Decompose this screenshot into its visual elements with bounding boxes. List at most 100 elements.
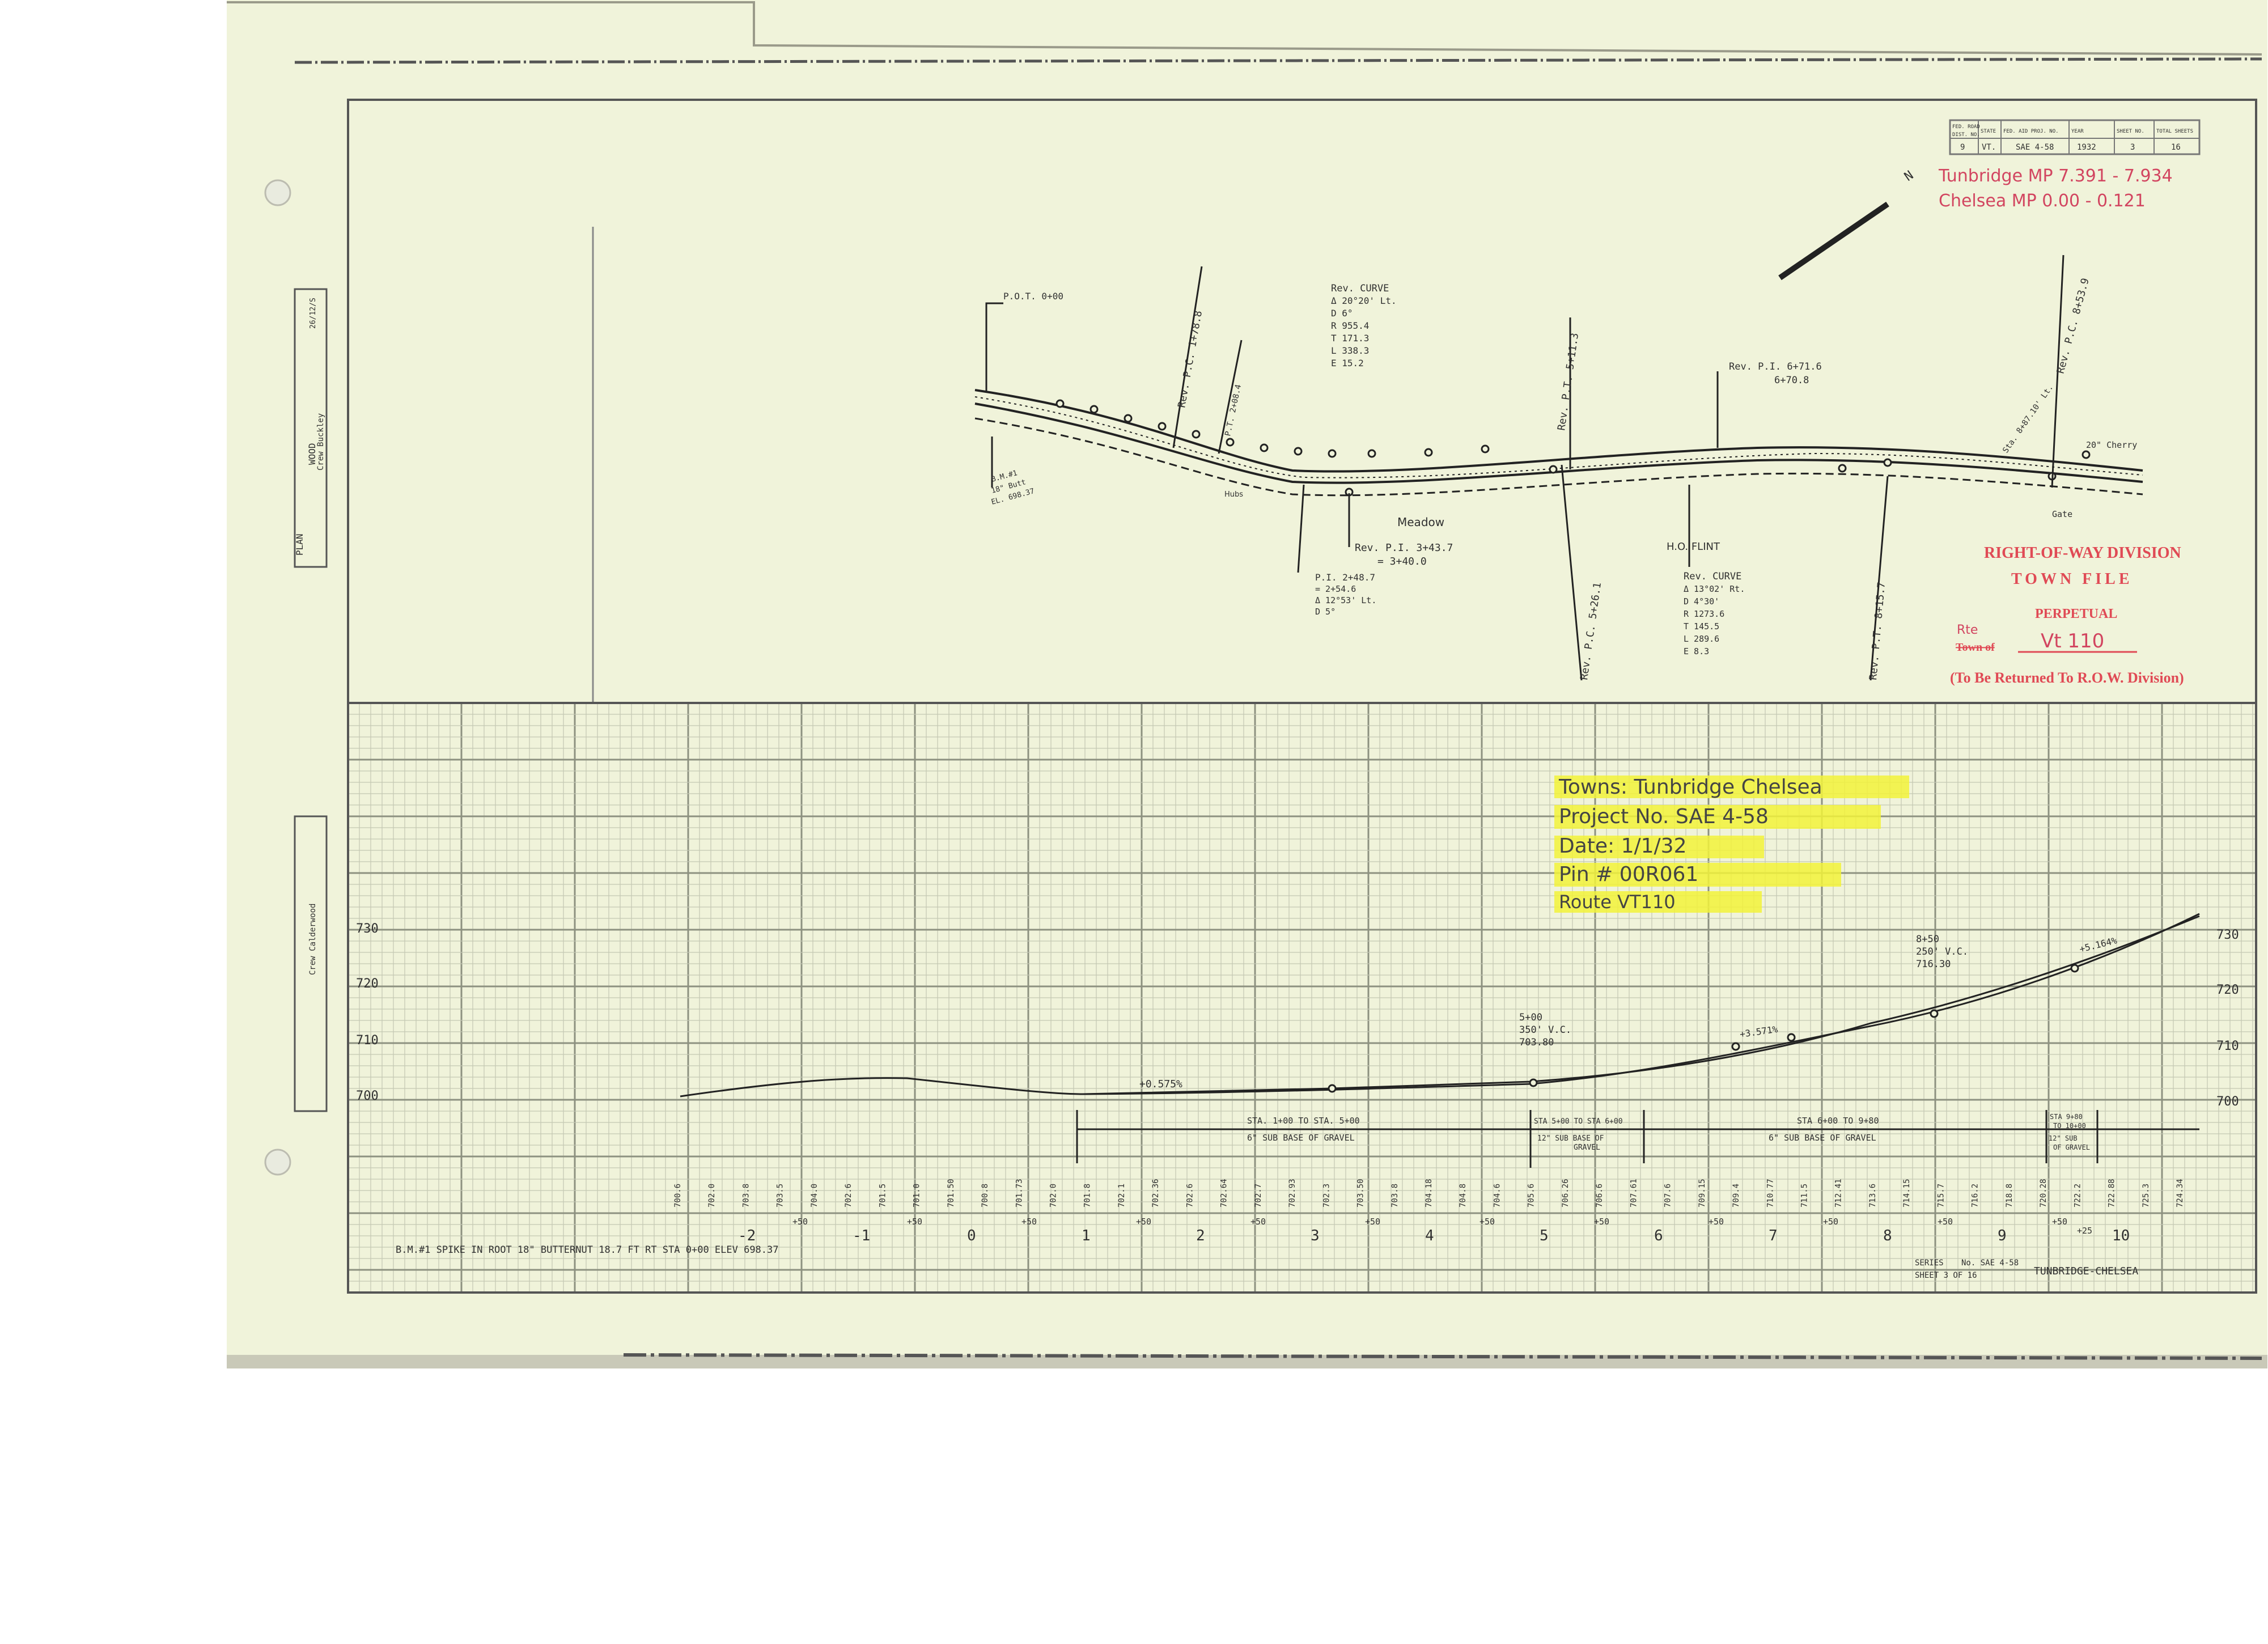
svg-text:TO 10+00: TO 10+00 bbox=[2053, 1122, 2086, 1130]
station-label: -1 bbox=[853, 1227, 870, 1244]
elevation-value: 702.64 bbox=[1220, 1179, 1229, 1207]
elevation-value: 706.26 bbox=[1561, 1179, 1570, 1207]
svg-text:D 6°: D 6° bbox=[1331, 308, 1353, 319]
elevation-value: 707.6 bbox=[1664, 1184, 1673, 1207]
rev-pt-1-label: Rev. P.T. 5+11.3 bbox=[1555, 332, 1581, 431]
rev-pt-2-label: Rev. P.T. 8+15.7 bbox=[1867, 582, 1888, 681]
svg-text:Town of: Town of bbox=[1956, 641, 1995, 654]
station-label: -2 bbox=[738, 1227, 756, 1244]
margin-plan-label: PLAN bbox=[294, 533, 305, 556]
rev-pi-mid-a: Rev. P.I. 3+43.7 bbox=[1355, 542, 1453, 554]
bm-label: B.M.#1 18" Butt EL. 698.37 bbox=[990, 469, 1035, 507]
station-label: 4 bbox=[1425, 1227, 1434, 1244]
elevation-value: 702.36 bbox=[1151, 1179, 1160, 1207]
svg-text:716.30: 716.30 bbox=[1916, 959, 1951, 970]
rev-pc-label: Rev. P.C. 1+78.8 bbox=[1176, 310, 1205, 408]
svg-text:6" SUB BASE OF GRAVEL: 6" SUB BASE OF GRAVEL bbox=[1247, 1133, 1355, 1143]
tb-header-1: DIST. NO. bbox=[1952, 132, 1980, 138]
rev-curve-1: Rev. CURVE Δ 20°20' Lt. D 6° R 955.4 T 1… bbox=[1331, 283, 1397, 368]
elevation-value: 700.6 bbox=[673, 1184, 682, 1207]
svg-text:Δ 12°53' Lt.: Δ 12°53' Lt. bbox=[1315, 595, 1376, 605]
svg-text:T 171.3: T 171.3 bbox=[1331, 333, 1369, 344]
milepost-tunbridge: Tunbridge MP 7.391 - 7.934 bbox=[1938, 166, 2173, 186]
svg-text:Rev. CURVE: Rev. CURVE bbox=[1684, 571, 1741, 582]
elevation-value: 704.8 bbox=[1459, 1184, 1468, 1207]
svg-text:TOWN FILE: TOWN FILE bbox=[2011, 570, 2133, 588]
svg-text:GRAVEL: GRAVEL bbox=[1574, 1143, 1600, 1152]
proposed-grade-line bbox=[1082, 915, 2200, 1095]
elevation-value: 703.8 bbox=[1391, 1184, 1400, 1207]
svg-text:STA. 1+00 TO STA. 5+00: STA. 1+00 TO STA. 5+00 bbox=[1247, 1116, 1360, 1126]
svg-text:R 955.4: R 955.4 bbox=[1331, 320, 1369, 331]
station-plus50: +50 bbox=[1938, 1217, 1953, 1227]
rev-curve-2: Rev. CURVE Δ 13°02' Rt. D 4°30' R 1273.6… bbox=[1684, 571, 1745, 656]
title-block: FED. ROAD DIST. NO. STATE FED. AID PROJ.… bbox=[1949, 119, 2201, 155]
elevation-value: 712.41 bbox=[1834, 1179, 1843, 1207]
grade-3: +5.164% bbox=[2078, 935, 2118, 955]
station-plus50: +50 bbox=[1250, 1217, 1266, 1227]
station-plus50: +50 bbox=[2052, 1217, 2067, 1227]
pi-curve: P.I. 2+48.7 = 2+54.6 Δ 12°53' Lt. D 5° bbox=[1315, 572, 1376, 617]
plan-leaders bbox=[985, 255, 2064, 681]
plan-border bbox=[347, 99, 2257, 704]
elevation-value: 718.8 bbox=[2005, 1184, 2014, 1207]
station-label: 10 bbox=[2112, 1227, 2130, 1244]
row-stamp: RIGHT-OF-WAY DIVISION TOWN FILE PERPETUA… bbox=[1950, 544, 2184, 686]
elevation-value: 710.77 bbox=[1766, 1179, 1775, 1207]
svg-text:SHEET 3 OF 16: SHEET 3 OF 16 bbox=[1915, 1271, 1977, 1280]
svg-text:8+50: 8+50 bbox=[1916, 934, 1939, 945]
elevation-value: 701.0 bbox=[913, 1184, 922, 1207]
pot-label: P.O.T. 0+00 bbox=[1003, 291, 1063, 302]
owner-label: H.O. FLINT bbox=[1667, 541, 1720, 553]
elevation-value: 702.7 bbox=[1254, 1184, 1263, 1207]
elev-axis-right: 730 720 710 700 bbox=[2216, 928, 2239, 1109]
svg-text:5+00: 5+00 bbox=[1519, 1012, 1542, 1023]
svg-text:12" SUB BASE OF: 12" SUB BASE OF bbox=[1537, 1134, 1604, 1143]
elevation-value: 722.88 bbox=[2108, 1179, 2117, 1207]
elevation-value: 702.3 bbox=[1322, 1184, 1331, 1207]
hubs-label: Hubs bbox=[1224, 490, 1243, 499]
station-plus50: +50 bbox=[907, 1217, 922, 1227]
elevation-value: 701.73 bbox=[1015, 1179, 1024, 1207]
grade-1: +0.575% bbox=[1139, 1078, 1182, 1090]
elevation-value: 701.8 bbox=[1083, 1184, 1092, 1207]
tb-val-0: 9 bbox=[1960, 143, 1965, 152]
svg-text:P.I. 2+48.7: P.I. 2+48.7 bbox=[1315, 572, 1375, 583]
elevation-value: 702.0 bbox=[707, 1184, 717, 1207]
north-arrow: N bbox=[1778, 168, 1916, 281]
rev-pc-mid-label: Rev. P.C. 5+26.1 bbox=[1578, 582, 1604, 681]
rev-pi-2-a: Rev. P.I. 6+71.6 bbox=[1729, 361, 1822, 372]
sta-label: Sta. 8+87.10' Lt. bbox=[2001, 383, 2055, 455]
station-plus50: +50 bbox=[1021, 1217, 1037, 1227]
sub-base-band bbox=[1076, 1110, 2199, 1168]
sticker-project: Project No. SAE 4-58 bbox=[1559, 805, 1769, 828]
base-4-label: STA 9+80 TO 10+00 12" SUB OF GRAVEL bbox=[2049, 1113, 2090, 1151]
elevation-value: 702.6 bbox=[844, 1184, 853, 1207]
gate-label: Gate bbox=[2052, 509, 2072, 519]
elevation-value: 709.15 bbox=[1698, 1179, 1707, 1207]
elevation-value: 705.6 bbox=[1527, 1184, 1536, 1207]
svg-text:D 4°30': D 4°30' bbox=[1684, 596, 1719, 607]
elevation-value: 720.28 bbox=[2039, 1179, 2048, 1207]
station-labels: -2 +50 -1 +50 0 +50 1 +50 2 +50 3 +50 4 +50 5 +50 6 +50 7 +… bbox=[738, 1217, 2130, 1244]
elevation-value: 702.1 bbox=[1117, 1184, 1126, 1207]
vc2-label: 8+50 250' V.C. 716.30 bbox=[1916, 934, 1968, 970]
svg-text:E 15.2: E 15.2 bbox=[1331, 358, 1364, 368]
grade-2: +3.571% bbox=[1739, 1024, 1779, 1040]
elevation-value: 725.3 bbox=[2142, 1184, 2151, 1207]
svg-text:730: 730 bbox=[356, 922, 379, 936]
milepost-chelsea: Chelsea MP 0.00 - 0.121 bbox=[1939, 191, 2146, 211]
svg-text:= 2+54.6: = 2+54.6 bbox=[1315, 584, 1356, 594]
sticker-towns: Towns: Tunbridge Chelsea bbox=[1558, 776, 1822, 799]
station-label: 1 bbox=[1082, 1227, 1091, 1244]
tb-val-3: 1932 bbox=[2077, 143, 2096, 152]
station-plus25: +25 bbox=[2077, 1226, 2092, 1236]
left-margin-boxes bbox=[294, 288, 328, 1112]
svg-text:710: 710 bbox=[2216, 1039, 2239, 1053]
svg-text:E 8.3: E 8.3 bbox=[1684, 646, 1709, 656]
svg-text:720: 720 bbox=[2216, 983, 2239, 997]
svg-text:L 338.3: L 338.3 bbox=[1331, 345, 1369, 356]
cherry-label: 20" Cherry bbox=[2086, 440, 2137, 450]
margin-prof-label: Crew Calderwood bbox=[308, 904, 317, 975]
footer-bm-note: B.M.#1 SPIKE IN ROOT 18" BUTTERNUT 18.7 … bbox=[396, 1244, 779, 1256]
